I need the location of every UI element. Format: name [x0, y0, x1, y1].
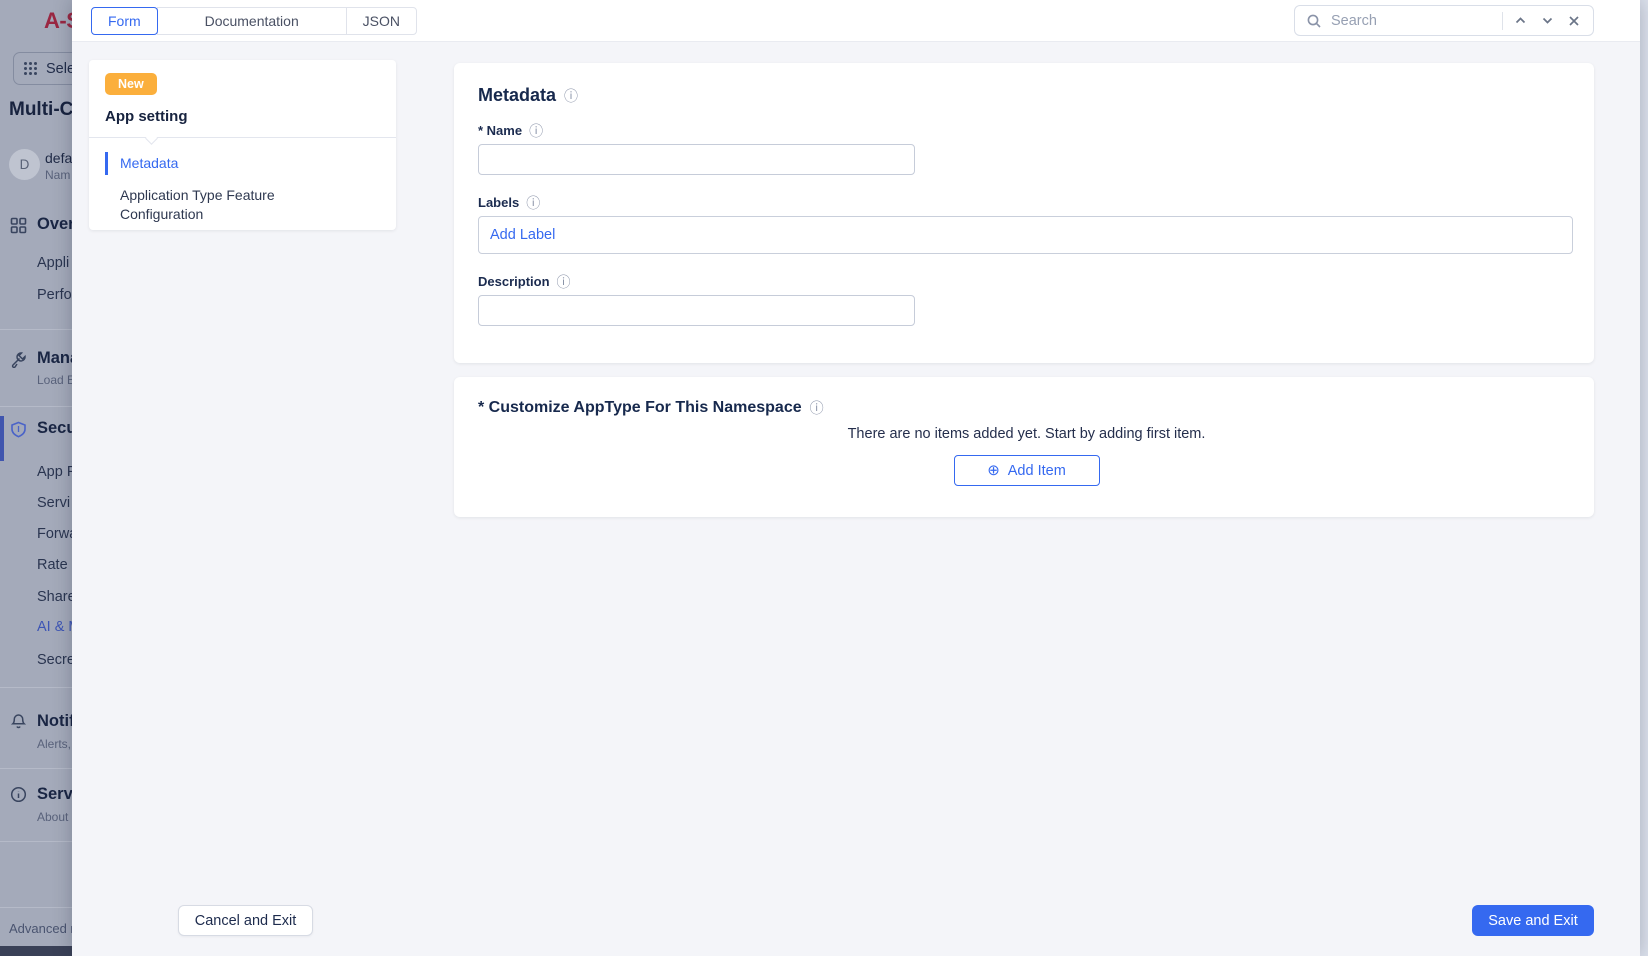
add-item-label: Add Item: [1008, 463, 1066, 479]
labels-container: Add Label: [478, 216, 1573, 254]
background-nav-secrets: Secre: [37, 652, 72, 668]
customize-title-text: * Customize AppType For This Namespace: [478, 399, 802, 417]
grid-dots-icon: [23, 61, 38, 76]
background-right-sliver: [1640, 0, 1648, 956]
divider: [0, 841, 72, 842]
background-nav-service: Servi: [37, 495, 70, 511]
tab-documentation[interactable]: Documentation: [157, 7, 347, 35]
profile-name: defa: [45, 150, 72, 166]
divider: [0, 687, 72, 688]
info-circle-icon: [10, 786, 27, 803]
app-setting-drawer: Form Documentation JSON: [72, 0, 1640, 956]
background-nav-applications: Appli: [37, 255, 69, 271]
app-picker-button: Selec: [13, 52, 72, 85]
background-page-title: Multi-C: [9, 99, 72, 121]
info-icon[interactable]: ⓘ: [810, 401, 824, 415]
background-nav-manage-subtitle: Load E: [37, 373, 72, 387]
background-nav-service-info: Serv: [37, 785, 72, 804]
close-search-icon[interactable]: [1564, 11, 1584, 31]
description-field-label: Description ⓘ: [478, 274, 1575, 289]
drawer-body: New App setting Metadata Application Typ…: [72, 42, 1640, 956]
background-nav-manage: Mana: [37, 349, 72, 368]
divider-notch: [145, 132, 158, 145]
add-item-row: ⊕ Add Item: [478, 455, 1575, 486]
cancel-and-exit-button[interactable]: Cancel and Exit: [178, 905, 313, 936]
nav-item-metadata[interactable]: Metadata: [105, 152, 380, 175]
avatar: D: [9, 149, 40, 180]
empty-state-message: There are no items added yet. Start by a…: [478, 426, 1575, 442]
info-icon[interactable]: ⓘ: [564, 89, 578, 103]
background-advanced-label: Advanced m: [9, 921, 72, 936]
active-nav-indicator: [0, 416, 4, 461]
tab-json[interactable]: JSON: [346, 7, 417, 35]
search-icon: [1304, 11, 1324, 31]
background-nav-service-subtitle: About: [37, 810, 68, 824]
customize-card-title: * Customize AppType For This Namespace ⓘ: [478, 399, 1575, 417]
drawer-topbar: Form Documentation JSON: [72, 0, 1640, 42]
nav-divider: [89, 137, 396, 138]
name-label-text: * Name: [478, 123, 522, 138]
metadata-card-title: Metadata ⓘ: [478, 85, 1575, 106]
divider: [0, 329, 72, 330]
chevron-down-icon[interactable]: [1537, 11, 1557, 31]
metadata-card: Metadata ⓘ * Name ⓘ Labels ⓘ Add Label D…: [454, 63, 1594, 363]
profile-subtitle: Nam: [45, 168, 70, 182]
nav-items: Metadata Application Type Feature Config…: [105, 152, 380, 226]
background-nav-security: Secu: [37, 419, 72, 438]
background-nav-rate-limit: Rate L: [37, 557, 72, 573]
info-icon[interactable]: ⓘ: [526, 196, 540, 210]
shield-icon: [10, 421, 27, 438]
labels-field-label: Labels ⓘ: [478, 195, 1575, 210]
divider: [0, 406, 72, 407]
description-input[interactable]: [478, 295, 915, 326]
overview-icon: [10, 217, 27, 234]
app-logo: A-S: [44, 8, 72, 34]
view-mode-tabs: Form Documentation JSON: [92, 7, 417, 35]
labels-label-text: Labels: [478, 195, 519, 210]
background-nav-shared: Share: [37, 589, 72, 605]
name-input[interactable]: [478, 144, 915, 175]
chevron-up-icon[interactable]: [1510, 11, 1530, 31]
nav-item-apptype-feature-config[interactable]: Application Type Feature Configuration: [105, 184, 295, 226]
info-icon[interactable]: ⓘ: [529, 124, 543, 138]
new-badge: New: [105, 73, 157, 95]
name-field-label: * Name ⓘ: [478, 123, 1575, 138]
plus-circle-icon: ⊕: [987, 463, 1000, 478]
customize-apptype-card: * Customize AppType For This Namespace ⓘ…: [454, 377, 1594, 517]
background-nav-notifications-subtitle: Alerts,: [37, 737, 71, 751]
search-input[interactable]: [1331, 13, 1495, 29]
add-label-button[interactable]: Add Label: [490, 227, 555, 243]
nav-section-title: App setting: [105, 108, 380, 125]
save-and-exit-button[interactable]: Save and Exit: [1472, 905, 1594, 936]
divider: [1502, 12, 1503, 30]
background-nav-ai-ml: AI & M: [37, 619, 72, 635]
info-icon[interactable]: ⓘ: [557, 275, 571, 289]
background-page-dimmed: A-S Selec Multi-C D defa Nam Over Appli …: [0, 0, 72, 956]
background-nav-app-firewall: App F: [37, 464, 72, 480]
bell-icon: [10, 713, 27, 730]
background-nav-notifications: Notif: [37, 712, 72, 731]
add-item-button[interactable]: ⊕ Add Item: [954, 455, 1100, 486]
search-bar: [1294, 5, 1594, 36]
background-nav-performance: Perfo: [37, 287, 72, 303]
background-nav-overview: Over: [37, 215, 72, 234]
form-nav-panel: New App setting Metadata Application Typ…: [89, 60, 396, 230]
metadata-title-text: Metadata: [478, 85, 556, 106]
app-picker-label: Selec: [46, 61, 72, 77]
description-label-text: Description: [478, 274, 550, 289]
divider: [0, 768, 72, 769]
divider: [0, 907, 72, 908]
background-nav-forwarding: Forwa: [37, 526, 72, 542]
background-footer-bar: [0, 946, 72, 956]
wrench-icon: [10, 351, 27, 368]
tab-form[interactable]: Form: [91, 7, 158, 35]
